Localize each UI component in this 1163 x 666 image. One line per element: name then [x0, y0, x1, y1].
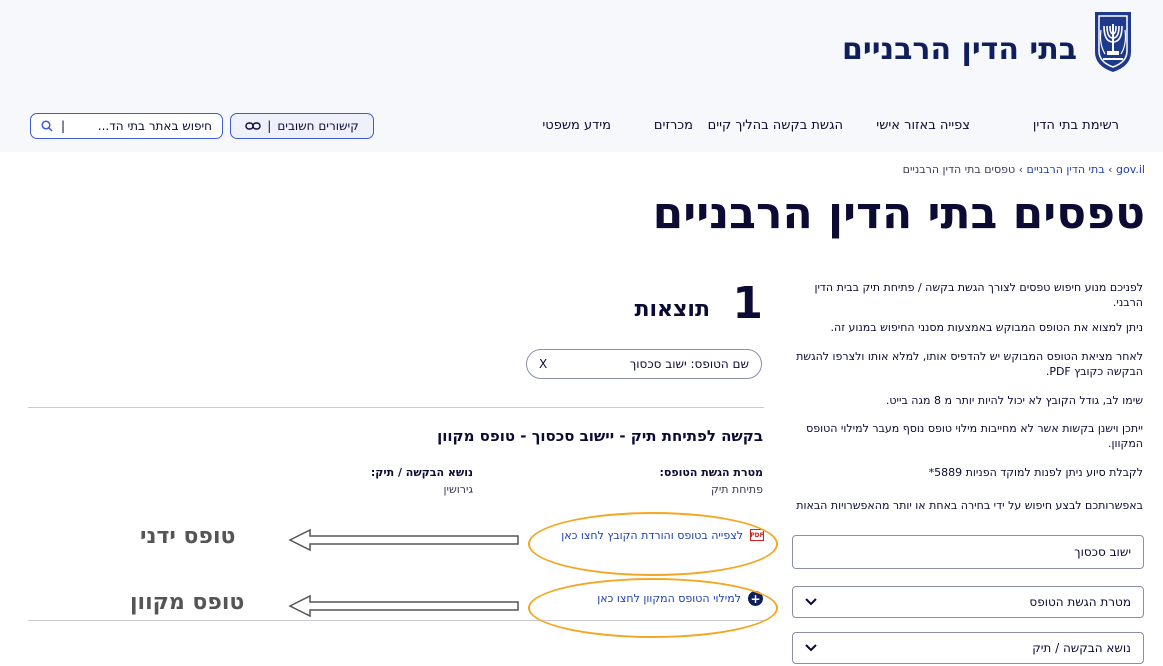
info-paragraph-print: לאחר מציאת הטופס המבוקש יש להדפיס אותו, …: [796, 350, 1143, 378]
site-search-input[interactable]: חיפוש באתר בתי הד... |: [30, 113, 223, 139]
active-filter-chip[interactable]: שם הטופס: ישוב סכסוך X: [526, 349, 762, 379]
page-title: טפסים בתי הדין הרבניים: [652, 188, 1145, 239]
info-paragraph-filters: ניתן למצוא את הטופס המבוקש באמצעות מסנני…: [830, 321, 1143, 334]
chevron-down-icon: [805, 644, 817, 652]
info-paragraph-intro: לפניכם מנוע חיפוש טפסים לצורך הגשת בקשה …: [814, 281, 1143, 309]
annotation-online-form: טופס מקוון: [130, 590, 245, 615]
breadcrumb-parent-link[interactable]: בתי הדין הרבניים: [1027, 163, 1105, 176]
separator: |: [61, 119, 66, 133]
chip-label: שם הטופס:: [690, 357, 750, 371]
form-name-search-value: ישוב סכסוך: [1074, 545, 1131, 559]
breadcrumb-separator-icon: ›: [1104, 163, 1113, 176]
purpose-select-label: מטרת הגשת הטופס: [1029, 595, 1131, 609]
search-icon[interactable]: [41, 120, 53, 132]
subject-meta-value: גירושין: [443, 483, 473, 496]
purpose-meta-label: מטרת הגשת הטופס:: [659, 466, 763, 479]
highlight-ellipse-pdf: [528, 512, 778, 576]
divider: [28, 407, 764, 408]
close-icon[interactable]: X: [539, 357, 547, 371]
info-paragraph-options: באפשרותכם לבצע חיפוש על ידי בחירה באחת א…: [796, 499, 1143, 512]
nav-item-existing-procedure[interactable]: הגשת בקשה בהליך קיים: [708, 118, 843, 133]
annotation-manual-form: טופס ידני: [140, 524, 236, 549]
nav-item-personal-area[interactable]: צפייה באזור אישי: [876, 118, 970, 133]
state-emblem-logo[interactable]: [1091, 8, 1135, 74]
breadcrumb-current: טפסים בתי הדין הרבניים: [902, 163, 1016, 176]
chip-text: שם הטופס: ישוב סכסוך: [630, 357, 749, 371]
subject-select[interactable]: נושא הבקשה / תיק: [792, 632, 1144, 664]
info-paragraph-support: לקבלת סיוע ניתן לפנות למוקד הפניות 5889*: [928, 466, 1143, 479]
info-paragraph-online: ייתכן וישנן בקשות אשר לא מחייבות מילוי ט…: [806, 422, 1143, 450]
nav-item-legal-info[interactable]: מידע משפטי: [542, 118, 611, 133]
subject-select-label: נושא הבקשה / תיק: [1032, 641, 1131, 655]
purpose-meta-value: פתיחת תיק: [711, 483, 763, 496]
important-links-label: קישורים חשובים: [277, 119, 359, 133]
separator: |: [267, 119, 272, 133]
form-name-search-input[interactable]: ישוב סכסוך: [792, 535, 1144, 569]
breadcrumb-gov-link[interactable]: gov.il: [1116, 163, 1145, 176]
results-label: תוצאות: [634, 297, 710, 322]
search-controls: |: [41, 119, 65, 133]
info-paragraph-size: שימו לב, גודל הקובץ לא יכול להיות יותר מ…: [885, 394, 1143, 407]
chevron-down-icon: [805, 598, 817, 606]
breadcrumb-separator-icon: ›: [1015, 163, 1024, 176]
nav-item-tenders[interactable]: מכרזים: [654, 118, 693, 133]
subject-meta-label: נושא הבקשה / תיק:: [370, 466, 473, 479]
search-placeholder: חיפוש באתר בתי הד...: [97, 119, 212, 133]
purpose-select[interactable]: מטרת הגשת הטופס: [792, 586, 1144, 618]
arrow-left-icon: [288, 594, 519, 618]
site-title[interactable]: בתי הדין הרבניים: [842, 32, 1077, 67]
chip-value: ישוב סכסוך: [629, 357, 687, 371]
link-icon: [245, 122, 261, 130]
result-form-title[interactable]: בקשה לפתיחת תיק - יישוב סכסוך - טופס מקו…: [437, 427, 763, 445]
arrow-left-icon: [288, 528, 519, 552]
results-count: 1: [732, 278, 763, 329]
important-links-button[interactable]: קישורים חשובים |: [230, 113, 374, 139]
breadcrumb: gov.il › בתי הדין הרבניים › טפסים בתי הד…: [903, 163, 1145, 176]
nav-item-courts-list[interactable]: רשימת בתי הדין: [1033, 118, 1119, 133]
highlight-ellipse-online: [528, 578, 778, 638]
